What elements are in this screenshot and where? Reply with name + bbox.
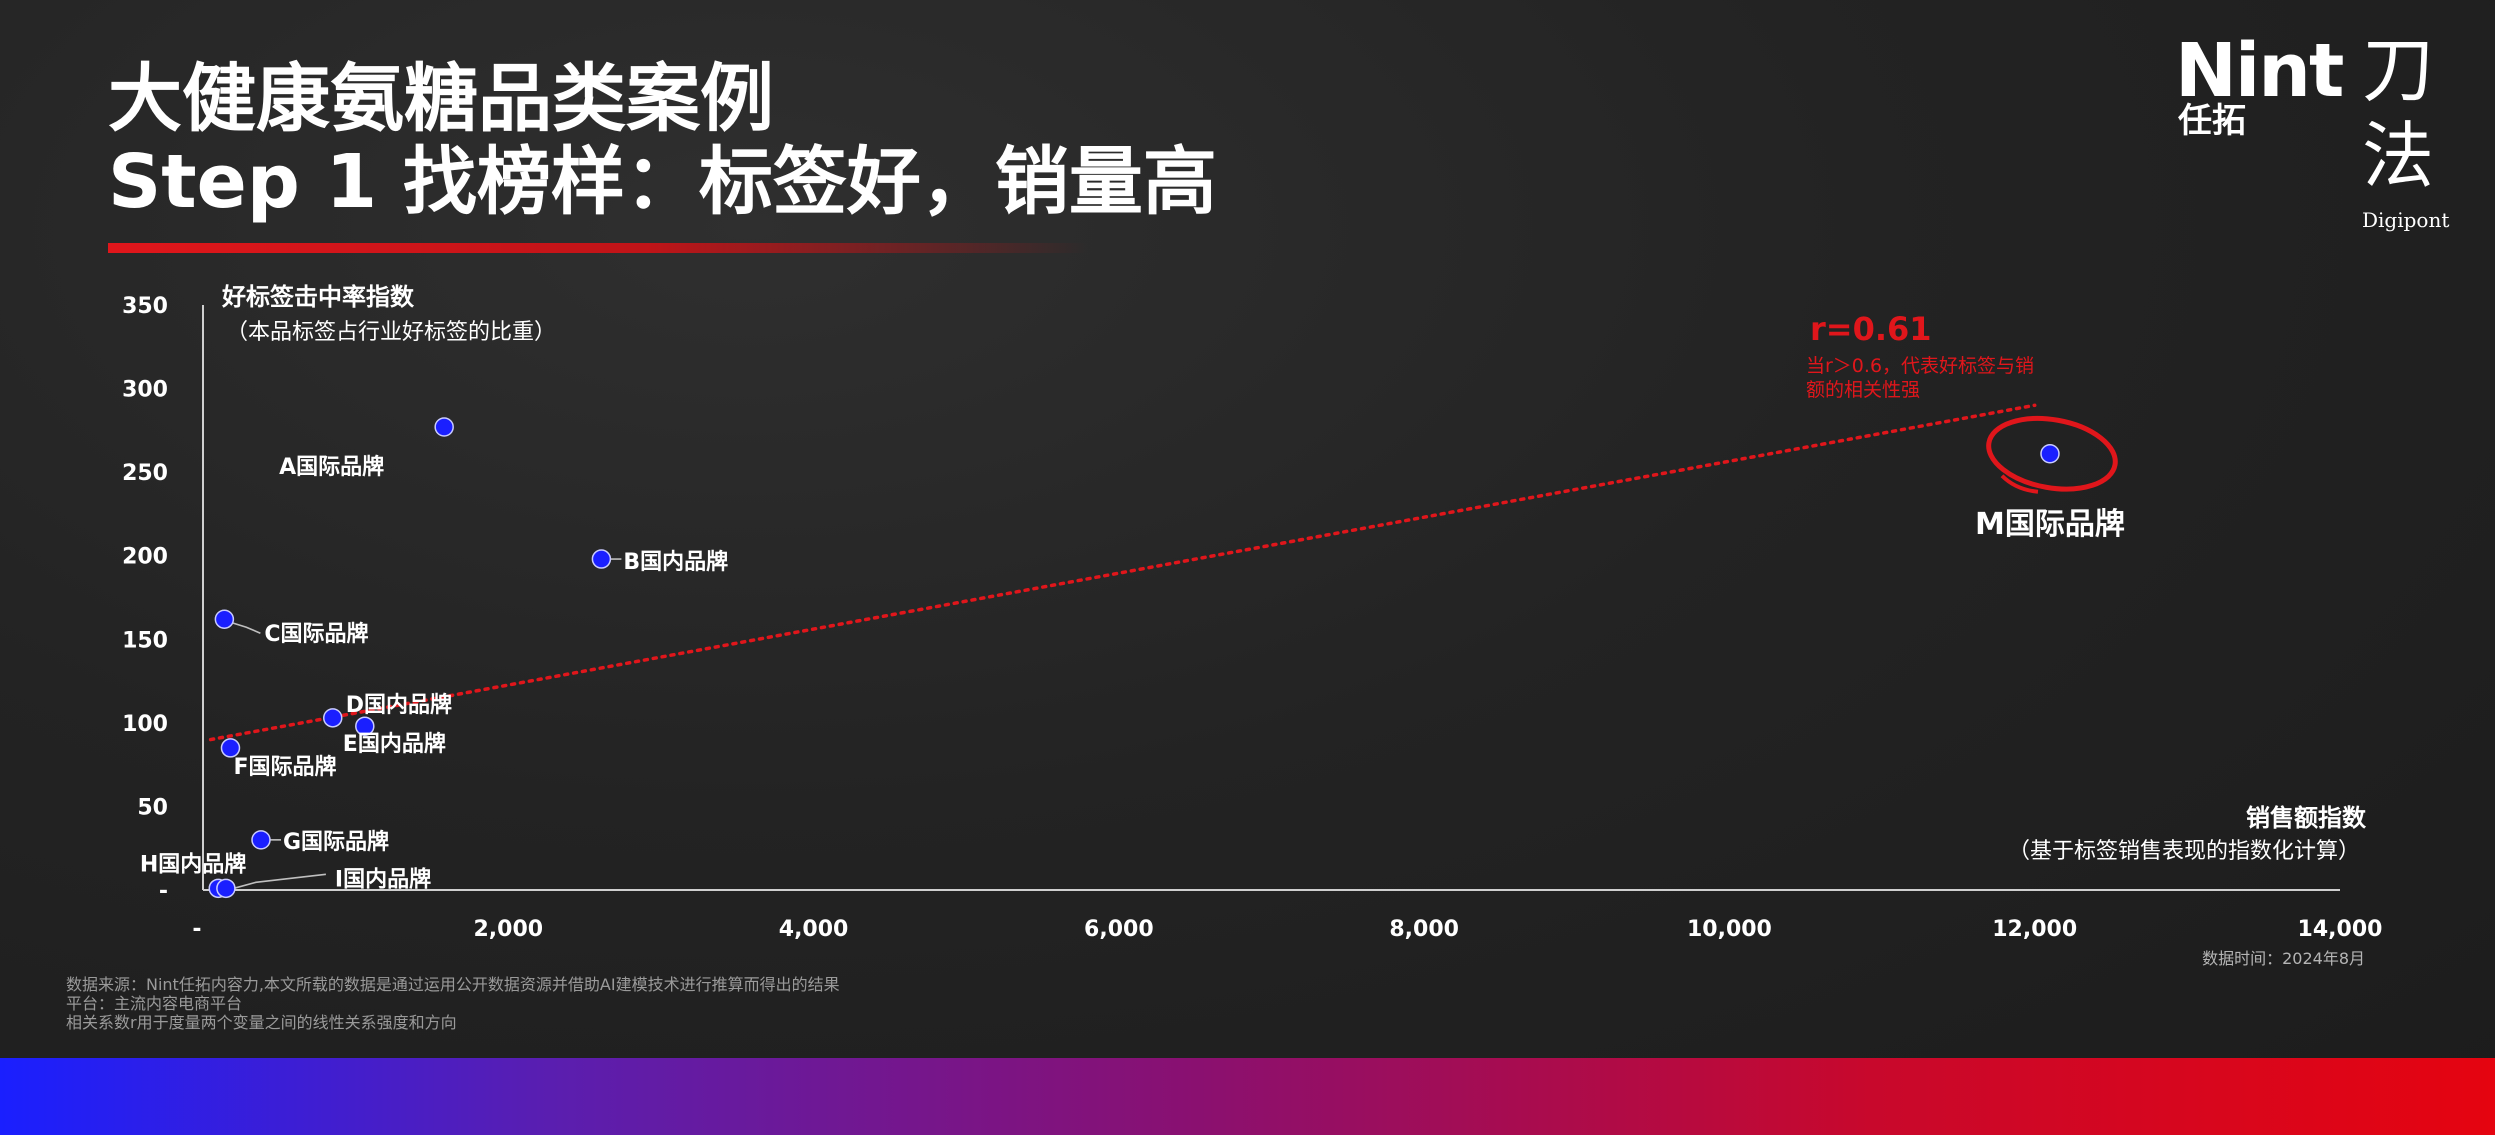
point-leader-line [230, 621, 261, 634]
data-point-label: M国际品牌 [1975, 507, 2125, 542]
x-axis-subtitle: （基于标签销售表现的指数化计算） [2008, 839, 2360, 864]
y-tick-label: 250 [122, 461, 168, 486]
bottom-gradient-bar [0, 1058, 2495, 1135]
y-tick-label: - [159, 879, 168, 904]
x-axis-title: 销售额指数 [2246, 804, 2367, 832]
data-point [216, 878, 236, 899]
x-tick-label: 10,000 [1687, 917, 1772, 942]
trendline [208, 403, 2037, 742]
correlation-value: r=0.61 [1810, 310, 1932, 348]
y-tick-label: 100 [122, 712, 168, 737]
x-tick-label: 12,000 [1992, 917, 2077, 942]
x-tick-label: - [192, 917, 201, 942]
y-axis-subtitle: （本品标签占行业好标签的比重） [226, 320, 556, 345]
y-tick-label: 350 [122, 294, 168, 319]
data-point-label: C国际品牌 [264, 621, 368, 647]
data-point-label: I国内品牌 [335, 866, 431, 892]
x-tick-label: 14,000 [2298, 917, 2383, 942]
data-point [2040, 444, 2060, 464]
y-axis-title: 好标签击中率指数 [221, 283, 415, 311]
data-point [322, 708, 343, 728]
data-point-label: B国内品牌 [623, 549, 728, 575]
point-leader-line [233, 873, 326, 890]
y-tick-label: 300 [122, 378, 168, 403]
correlation-note: 相关系数r用于度量两个变量之间的线性关系强度和方向 [66, 1013, 457, 1032]
data-source-note: 数据来源：Nint任拓内容力,本文所载的数据是通过运用公开数据资源并借助AI建模… [66, 975, 840, 994]
scatter-chart: - 50 100 150 200 250 300 350 - 2,000 4,000 6,000 8,0… [122, 283, 2383, 942]
x-tick-label: 2,000 [473, 917, 543, 942]
y-tick-label: 200 [122, 545, 168, 570]
correlation-note-line1: 当r＞0.6，代表好标签与销 [1806, 355, 2034, 377]
data-point-label: D国内品牌 [346, 692, 452, 718]
data-point [434, 417, 454, 437]
platform-note: 平台：主流内容电商平台 [66, 994, 243, 1013]
x-tick-label: 4,000 [779, 917, 849, 942]
data-point [251, 830, 271, 850]
correlation-note-line2: 额的相关性强 [1806, 379, 1920, 401]
data-point-label: E国内品牌 [343, 731, 446, 757]
y-tick-label: 150 [122, 628, 168, 653]
data-point [214, 609, 235, 629]
x-tick-label: 8,000 [1389, 917, 1459, 942]
data-point-label: F国际品牌 [233, 754, 336, 780]
data-point [591, 549, 612, 569]
x-tick-label: 6,000 [1084, 917, 1154, 942]
y-tick-label: 50 [137, 795, 168, 820]
data-time: 数据时间：2024年8月 [2202, 949, 2365, 968]
data-point-label: H国内品牌 [140, 851, 246, 877]
data-point-label: A国际品牌 [279, 454, 384, 480]
data-point-label: G国际品牌 [283, 829, 389, 855]
